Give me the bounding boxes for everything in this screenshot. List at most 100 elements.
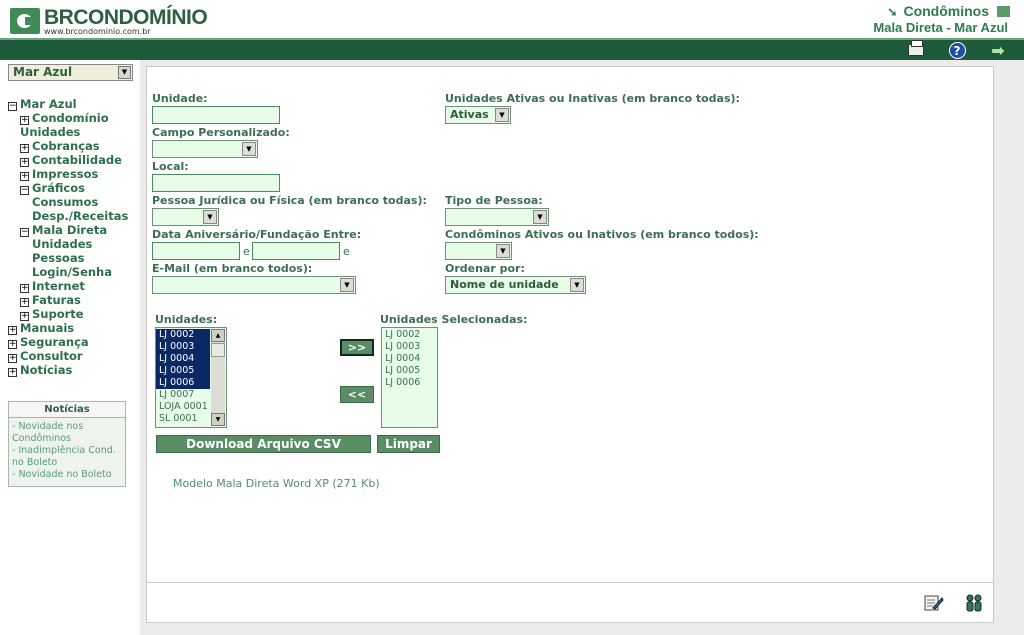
printer-icon[interactable] — [906, 40, 926, 59]
list-item[interactable]: LJ 0005 — [382, 365, 437, 377]
sidebar-item[interactable]: + Contabilidade — [8, 153, 128, 167]
sidebar-item[interactable]: Consumos — [8, 195, 128, 209]
sidebar-item[interactable]: Unidades — [8, 237, 128, 251]
sidebar-item[interactable]: + Manuais — [8, 321, 128, 335]
exit-arrow-icon[interactable]: ➡ — [988, 41, 1008, 60]
toolbar: ? ➡ — [0, 38, 1024, 60]
expand-icon[interactable]: + — [8, 340, 17, 349]
tipo-select[interactable]: ▼ — [445, 208, 549, 226]
download-csv-button[interactable]: Download Arquivo CSV — [156, 435, 371, 453]
campo-select[interactable]: ▼ — [152, 140, 258, 158]
expand-icon[interactable]: + — [20, 144, 29, 153]
expand-icon[interactable]: + — [20, 284, 29, 293]
list-item[interactable]: LJ 0003 — [156, 341, 210, 353]
page-subtitle: Mala Direta - Mar Azul — [873, 20, 1008, 35]
ordenar-select[interactable]: Nome de unidade ▼ — [445, 276, 586, 294]
scroll-up-icon[interactable]: ▲ — [211, 329, 225, 342]
expand-icon[interactable]: + — [20, 312, 29, 321]
scrollbar[interactable]: ▲ ▼ — [211, 329, 225, 426]
collapse-icon[interactable]: − — [8, 102, 17, 111]
sidebar-item[interactable]: Unidades — [8, 125, 128, 139]
sidebar-item[interactable]: Login/Senha — [8, 265, 128, 279]
sidebar-item[interactable]: + Notícias — [8, 363, 128, 377]
list-item[interactable]: LJ 0003 — [382, 341, 437, 353]
scroll-down-icon[interactable]: ▼ — [211, 413, 225, 426]
chevron-down-icon: ▼ — [340, 278, 354, 292]
sidebar-item[interactable]: + Impressos — [8, 167, 128, 181]
list-item[interactable]: LJ 0006 — [382, 377, 437, 389]
expand-icon[interactable]: + — [8, 368, 17, 377]
sidebar-item[interactable]: − Mala Direta — [8, 223, 128, 237]
nav-tree: − Mar Azul + Condomínio Unidades + Cobranças + C… — [8, 97, 128, 377]
sidebar-item[interactable]: + Faturas — [8, 293, 128, 307]
unidade-input[interactable] — [152, 106, 280, 124]
arrow-down-right-icon: ➘ — [887, 5, 898, 19]
sidebar-item-label: Consumos — [32, 195, 99, 209]
news-link[interactable]: - Novidade no Boleto — [9, 469, 125, 481]
list-item[interactable]: LJ 0006 — [156, 377, 210, 389]
expand-icon[interactable]: + — [8, 354, 17, 363]
word-model-link[interactable]: Modelo Mala Direta Word XP (271 Kb) — [173, 477, 380, 490]
list-item[interactable]: LJ 0002 — [156, 329, 210, 341]
expand-icon[interactable]: + — [20, 172, 29, 181]
list-item[interactable]: LJ 0004 — [382, 353, 437, 365]
expand-icon[interactable]: + — [20, 116, 29, 125]
local-input[interactable] — [152, 174, 280, 192]
clear-button[interactable]: Limpar — [377, 435, 440, 453]
collapse-icon[interactable]: − — [20, 186, 29, 195]
news-link[interactable]: - Novidade nos Condôminos — [9, 418, 125, 445]
list-item[interactable]: LJ 0004 — [156, 353, 210, 365]
condominium-select[interactable]: Mar Azul ▼ — [8, 64, 133, 81]
list-item[interactable]: LOJA 0001 — [156, 401, 210, 413]
list-item[interactable]: LJ 0007 — [156, 389, 210, 401]
email-select[interactable]: ▼ — [152, 276, 356, 294]
sidebar-item[interactable]: + Segurança — [8, 335, 128, 349]
selected-units-label: Unidades Selecionadas: — [380, 313, 528, 326]
expand-icon[interactable]: + — [20, 158, 29, 167]
selected-units-list[interactable]: LJ 0002 LJ 0003 LJ 0004 LJ 0005 LJ 0006 — [381, 327, 438, 428]
sidebar-item-label: Suporte — [32, 307, 84, 321]
help-icon[interactable]: ? — [947, 41, 967, 59]
sidebar-item-label: Consultor — [20, 349, 83, 363]
sidebar-item[interactable]: + Cobranças — [8, 139, 128, 153]
pessoa-select[interactable]: ▼ — [152, 208, 219, 226]
news-link[interactable]: - Inadimplência Cond. no Boleto — [9, 445, 125, 469]
ativas-select[interactable]: Ativas ▼ — [445, 106, 511, 124]
sidebar-item[interactable]: + Internet — [8, 279, 128, 293]
sidebar-item[interactable]: Pessoas — [8, 251, 128, 265]
sidebar-item[interactable]: + Suporte — [8, 307, 128, 321]
date-to-input[interactable] — [252, 242, 340, 260]
remove-units-button[interactable]: << — [340, 386, 374, 403]
sidebar-item-label: Unidades — [20, 125, 81, 139]
sidebar-item[interactable]: − Gráficos — [8, 181, 128, 195]
panel-divider — [147, 582, 993, 583]
section-icon — [997, 6, 1010, 17]
data-label: Data Aniversário/Fundação Entre: — [152, 228, 362, 241]
users-icon[interactable] — [963, 592, 985, 614]
logo-mark-icon — [10, 8, 40, 34]
email-label: E-Mail (em branco todos): — [152, 262, 313, 275]
chevron-down-icon: ▼ — [570, 278, 584, 292]
collapse-icon[interactable]: − — [20, 228, 29, 237]
list-item[interactable]: LJ 0005 — [156, 365, 210, 377]
expand-icon[interactable]: + — [20, 298, 29, 307]
date-from-input[interactable] — [152, 242, 240, 260]
add-units-button[interactable]: >> — [340, 339, 374, 356]
scroll-thumb[interactable] — [211, 343, 225, 357]
edit-document-icon[interactable] — [923, 592, 945, 614]
available-units-list[interactable]: LJ 0002 LJ 0003 LJ 0004 LJ 0005 LJ 0006 LJ 00… — [155, 327, 227, 428]
condominos-select[interactable]: ▼ — [445, 242, 512, 260]
campo-label: Campo Personalizado: — [152, 126, 290, 139]
news-box: Notícias - Novidade nos Condôminos - Ina… — [8, 401, 126, 487]
sidebar-item[interactable]: + Condomínio — [8, 111, 128, 125]
list-item[interactable]: SL 0001 — [156, 413, 210, 425]
sidebar-item[interactable]: Desp./Receitas — [8, 209, 128, 223]
chevron-down-icon: ▼ — [242, 142, 256, 156]
brand-logo[interactable]: BRCONDOMÍNIO www.brcondominio.com.br — [6, 4, 208, 36]
sidebar-item[interactable]: − Mar Azul — [8, 97, 128, 111]
list-item[interactable]: LJ 0002 — [382, 329, 437, 341]
sidebar: Mar Azul ▼ − Mar Azul + Condomínio Unidades +… — [0, 60, 140, 635]
expand-icon[interactable]: + — [8, 326, 17, 335]
sidebar-item[interactable]: + Consultor — [8, 349, 128, 363]
page-title: Condôminos — [903, 3, 989, 19]
